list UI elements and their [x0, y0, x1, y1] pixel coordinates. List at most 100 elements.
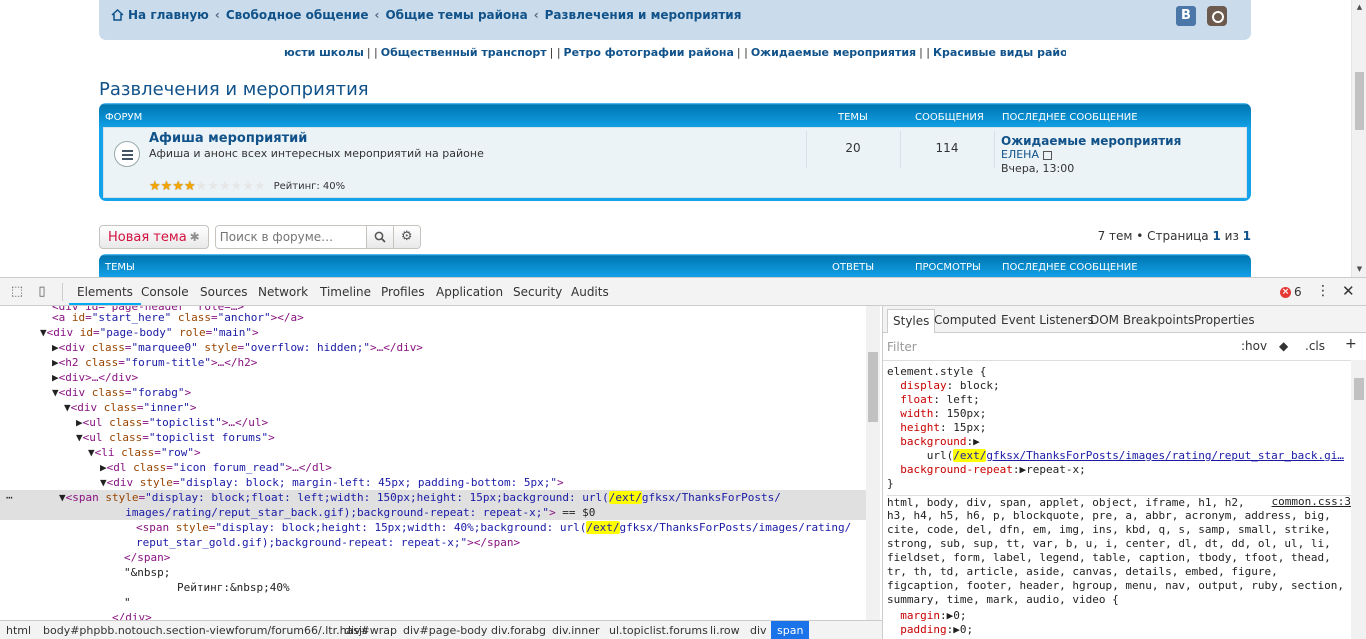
dom-crumb[interactable]: div	[750, 624, 767, 637]
dom-node[interactable]: ▼<div style="display: block; margin-left…	[0, 475, 866, 490]
style-rules[interactable]: element.style { display: block; float: l…	[883, 360, 1353, 639]
topics-table-header: ТЕМЫ ОТВЕТЫ ПРОСМОТРЫ ПОСЛЕДНЕЕ СООБЩЕНИ…	[99, 254, 1251, 277]
new-topic-button[interactable]: Новая тема ✱	[99, 225, 209, 249]
rating-label: Рейтинг: 40%	[273, 181, 346, 192]
error-counter[interactable]: × 6	[1280, 285, 1302, 299]
tab-event-listeners[interactable]: Event Listeners	[1001, 313, 1094, 327]
styles-filter-input[interactable]: Filter	[887, 340, 917, 354]
page-title[interactable]: Развлечения и мероприятия	[99, 79, 369, 100]
dom-node[interactable]: <a id="start_here" class="anchor"></a>	[0, 310, 866, 325]
tab-profiles[interactable]: Profiles	[381, 285, 425, 299]
marquee-item[interactable]: Ретро фотографии района	[564, 46, 734, 59]
marquee-item[interactable]: Красивые виды района	[933, 46, 1066, 59]
dom-node-selected[interactable]: ⋯ ▼<span style="display: block;float: le…	[0, 490, 866, 520]
breadcrumb-home[interactable]: На главную	[128, 8, 209, 22]
styles-scrollbar[interactable]	[1351, 360, 1366, 639]
dom-node[interactable]: "	[0, 595, 866, 610]
dom-node[interactable]: <span style="display: block;height: 15px…	[0, 520, 866, 550]
tab-elements[interactable]: Elements	[69, 285, 141, 305]
vk-icon[interactable]: B	[1176, 6, 1196, 26]
dom-crumb[interactable]: html	[6, 624, 31, 637]
scroll-thumb[interactable]	[1355, 72, 1364, 130]
breadcrumb-free-talk[interactable]: Свободное общение	[226, 8, 369, 22]
tab-computed[interactable]: Computed	[934, 313, 996, 327]
dom-crumb-active[interactable]: span	[771, 621, 810, 639]
dom-crumb[interactable]: body#phpbb.notouch.section-viewforum/for…	[43, 624, 368, 637]
tab-properties[interactable]: Properties	[1194, 313, 1255, 327]
advanced-search-button[interactable]: ⚙	[392, 226, 420, 248]
dom-crumb[interactable]: ul.topiclist.forums	[609, 624, 708, 637]
rating-stars: ★ ★ ★ ★ ★ ★ ★ ★ ★ ★ Рейтинг: 40%	[149, 180, 345, 193]
elements-tree[interactable]: <div id="page-header" role=…> <a id="sta…	[0, 306, 866, 620]
more-menu-icon[interactable]: ⋮	[1316, 283, 1330, 299]
inspect-icon[interactable]: ⬚	[9, 284, 25, 300]
last-post-user[interactable]: ЕЛЕНА	[1001, 148, 1039, 161]
tab-network[interactable]: Network	[258, 285, 308, 299]
star-icon: ★	[230, 179, 243, 194]
breadcrumb-general[interactable]: Общие темы района	[385, 8, 527, 22]
col-forum: ФОРУМ	[105, 112, 143, 123]
page-scrollbar[interactable]: ▲ ▼	[1351, 0, 1366, 277]
star-icon: ★	[242, 179, 254, 194]
dom-node[interactable]: Рейтинг:&nbsp;40%	[0, 580, 866, 595]
dom-crumb[interactable]: div.inner	[552, 624, 599, 637]
tab-audits[interactable]: Audits	[571, 285, 609, 299]
class-toggle[interactable]: .cls	[1305, 339, 1325, 353]
instagram-icon[interactable]	[1207, 6, 1227, 26]
tab-application[interactable]: Application	[436, 285, 503, 299]
dom-node[interactable]: ▼<div class="inner">	[0, 400, 866, 415]
posts-count: 114	[935, 141, 959, 155]
dom-crumb[interactable]: div#page-body	[403, 624, 487, 637]
action-bar: Новая тема✱ ⚙	[99, 225, 421, 249]
scroll-thumb[interactable]	[868, 352, 878, 422]
last-post-time: Вчера, 13:00	[1001, 162, 1075, 175]
dom-node[interactable]: </span>	[0, 550, 866, 565]
scroll-up-icon[interactable]: ▲	[1352, 0, 1366, 15]
dom-node[interactable]: ▼<div class="forabg">	[0, 385, 866, 400]
home-icon	[111, 9, 124, 21]
elements-scrollbar[interactable]	[866, 306, 880, 620]
dom-node[interactable]: </div>	[0, 610, 866, 620]
dom-node[interactable]: ▼<div id="page-body" role="main">	[0, 325, 866, 340]
css-source-link[interactable]: common.css:3	[1272, 495, 1351, 509]
last-post-title[interactable]: Ожидаемые мероприятия	[1001, 134, 1181, 148]
go-to-post-icon[interactable]	[1042, 150, 1052, 160]
dom-node[interactable]: ▼<li class="row">	[0, 445, 866, 460]
col-topics: ТЕМЫ	[105, 262, 135, 273]
tab-styles[interactable]: Styles	[887, 309, 936, 333]
dom-node[interactable]: ▶<h2 class="forum-title">…</h2>	[0, 355, 866, 370]
search-input[interactable]	[215, 226, 366, 248]
tab-security[interactable]: Security	[513, 285, 562, 299]
dom-crumb[interactable]: div#wrap	[344, 624, 397, 637]
dom-node[interactable]: ▶<div class="marquee0" style="overflow: …	[0, 340, 866, 355]
forum-link[interactable]: Афиша мероприятий	[149, 131, 307, 146]
search-button[interactable]	[365, 226, 393, 248]
marquee-item[interactable]: юсти школы	[284, 46, 364, 59]
star-icon: ★	[172, 179, 184, 194]
breadcrumb-separator: ‹	[214, 8, 220, 22]
dom-crumb[interactable]: div.forabg	[491, 624, 546, 637]
star-icon: ★	[253, 179, 266, 194]
device-toggle-icon[interactable]: ▯	[34, 284, 50, 300]
scroll-thumb[interactable]	[1354, 378, 1364, 400]
dom-node[interactable]: ▶<ul class="topiclist">…</ul>	[0, 415, 866, 430]
dom-node[interactable]: "&nbsp;	[0, 565, 866, 580]
dom-node[interactable]: ▼<ul class="topiclist forums">	[0, 430, 866, 445]
dom-node[interactable]: ▶<dl class="icon forum_read">…</dl>	[0, 460, 866, 475]
scroll-down-icon[interactable]: ▼	[1352, 262, 1366, 277]
marquee-item[interactable]: Общественный транспорт	[381, 46, 547, 59]
add-rule-button[interactable]: +	[1345, 336, 1357, 352]
close-icon[interactable]: ✕	[1342, 282, 1355, 300]
dom-crumb[interactable]: li.row	[710, 624, 740, 637]
tab-console[interactable]: Console	[141, 285, 189, 299]
dom-node[interactable]: ▶<div>…</div>	[0, 370, 866, 385]
tab-timeline[interactable]: Timeline	[320, 285, 371, 299]
breadcrumb-current[interactable]: Развлечения и мероприятия	[545, 8, 742, 22]
hover-state-toggle[interactable]: :hov	[1241, 339, 1267, 353]
marquee-item[interactable]: Ожидаемые мероприятия	[751, 46, 916, 59]
search-icon	[374, 231, 386, 243]
tab-dom-breakpoints[interactable]: DOM Breakpoints	[1090, 313, 1194, 327]
tab-sources[interactable]: Sources	[200, 285, 247, 299]
star-icon: ★	[218, 179, 231, 194]
paint-icon[interactable]: ◆	[1279, 339, 1288, 353]
